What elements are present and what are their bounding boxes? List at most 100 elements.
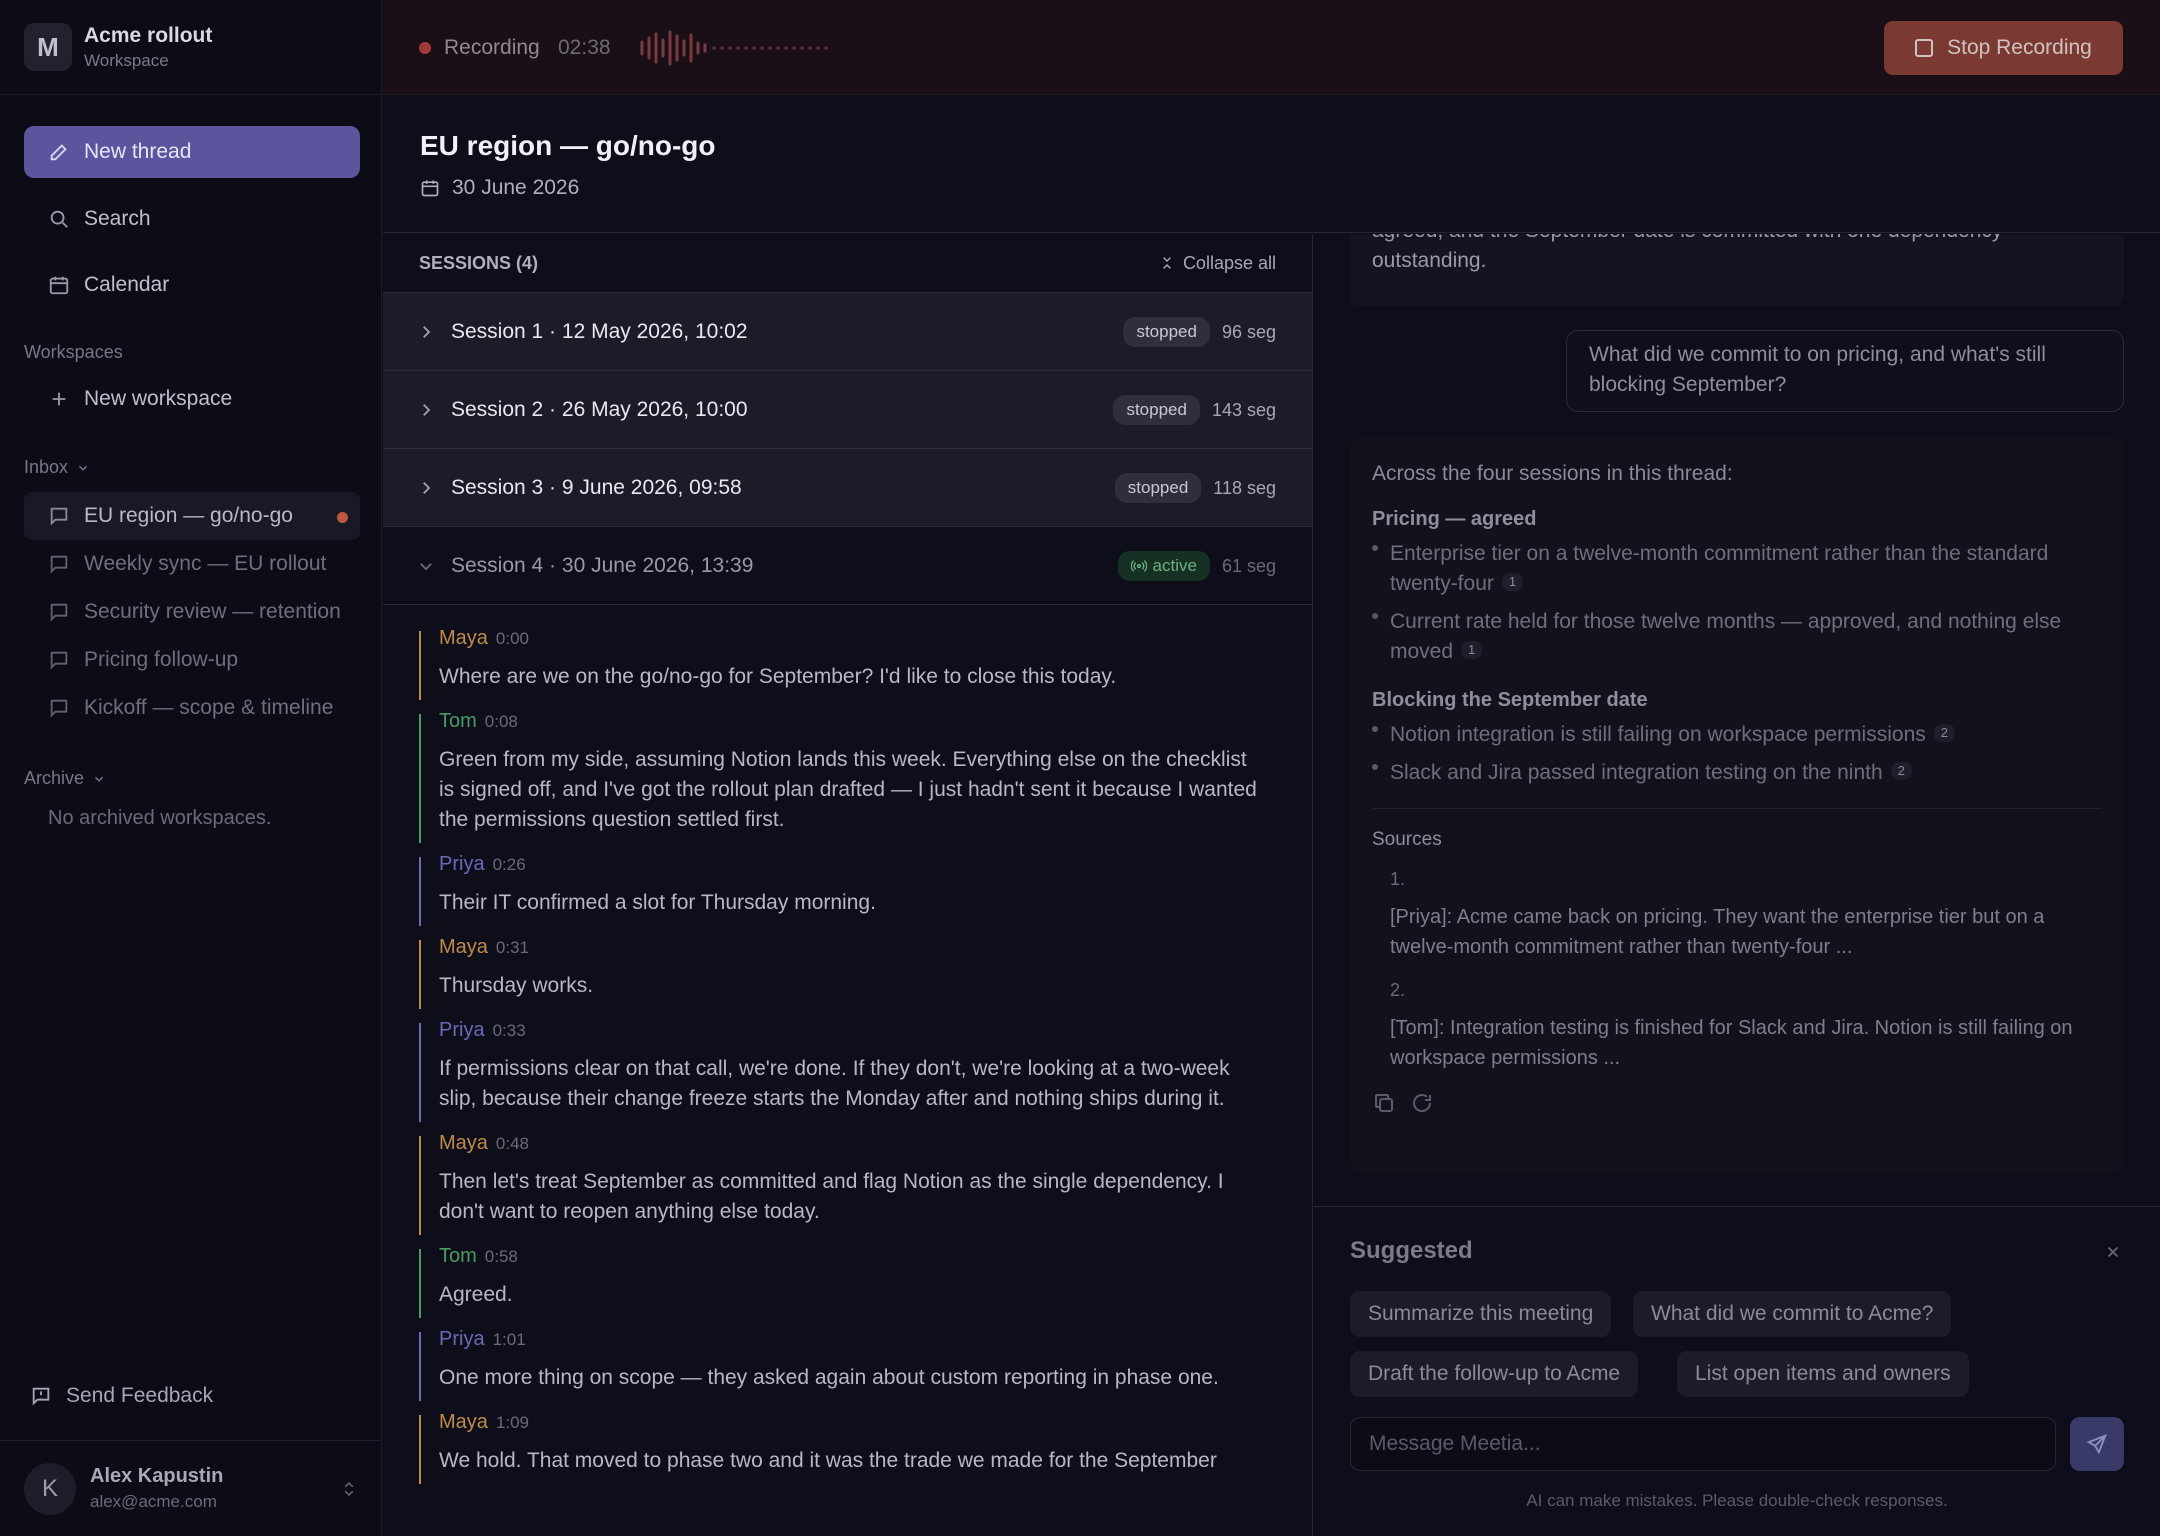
speaker-name: Tom bbox=[439, 1245, 477, 1267]
session-row-open[interactable]: Session 4 · 30 June 2026, 13:39 active 6… bbox=[383, 527, 1312, 605]
utterance-timestamp[interactable]: 0:08 bbox=[485, 712, 518, 732]
transcript-utterance: Maya 1:09 We hold. That moved to phase two… bbox=[419, 1411, 1312, 1484]
speaker-color-bar bbox=[419, 857, 421, 926]
citation-badge[interactable]: 1 bbox=[1461, 641, 1483, 659]
workspace-avatar: M bbox=[24, 23, 72, 71]
user-menu[interactable]: K Alex Kapustin alex@acme.com bbox=[0, 1440, 382, 1536]
recording-timer: 02:38 bbox=[558, 36, 611, 59]
transcript-utterance: Maya 0:31 Thursday works. bbox=[419, 936, 1312, 1009]
bullet-text: Enterprise tier on a twelve-month commit… bbox=[1390, 542, 2049, 595]
send-feedback-label: Send Feedback bbox=[66, 1384, 214, 1407]
thread-item-pricing-follow-up[interactable]: Pricing follow-up bbox=[24, 636, 360, 684]
answer-intro: Across the four sessions in this thread: bbox=[1372, 462, 1733, 485]
utterance-timestamp[interactable]: 0:31 bbox=[496, 938, 529, 958]
citation-badge[interactable]: 2 bbox=[1933, 724, 1955, 742]
collapse-all-label: Collapse all bbox=[1182, 252, 1276, 273]
citation-badge[interactable]: 2 bbox=[1890, 762, 1912, 780]
send-feedback-button[interactable]: Send Feedback bbox=[30, 1384, 213, 1408]
thread-item-security-review[interactable]: Security review — retention bbox=[24, 588, 360, 636]
workspace-subtitle: Workspace bbox=[84, 50, 169, 70]
status-badge: stopped bbox=[1114, 473, 1202, 503]
utterance-timestamp[interactable]: 0:00 bbox=[496, 629, 529, 649]
answer-bullet: Enterprise tier on a twelve-month commit… bbox=[1372, 539, 2102, 599]
speaker-color-bar bbox=[419, 1023, 421, 1122]
recording-indicator-dot bbox=[419, 42, 431, 54]
speaker-color-bar bbox=[419, 940, 421, 1009]
answer-heading: Pricing — agreed bbox=[1372, 508, 1537, 530]
message-input[interactable] bbox=[1350, 1417, 2056, 1471]
collapse-all-button[interactable]: Collapse all bbox=[1159, 253, 1276, 274]
suggestions-panel: Suggested Summarize this meeting What di… bbox=[1314, 1206, 2160, 1536]
inbox-section-toggle[interactable]: Inbox bbox=[24, 457, 90, 478]
search-icon bbox=[48, 208, 70, 230]
send-button[interactable] bbox=[2070, 1417, 2124, 1471]
thread-label: Kickoff — scope & timeline bbox=[84, 696, 334, 719]
source-text[interactable]: [Tom]: Integration testing is finished f… bbox=[1390, 1013, 2100, 1073]
inbox-label: Inbox bbox=[24, 457, 69, 477]
archive-section-toggle[interactable]: Archive bbox=[24, 768, 106, 789]
new-workspace-button[interactable]: New workspace bbox=[24, 374, 360, 424]
transcript-utterance: Maya 0:00 Where are we on the go/no-go for… bbox=[419, 627, 1312, 700]
thread-item-kickoff[interactable]: Kickoff — scope & timeline bbox=[24, 684, 360, 732]
user-message: What did we commit to on pricing, and wh… bbox=[1566, 330, 2124, 412]
suggestion-chip[interactable]: Summarize this meeting bbox=[1350, 1291, 1612, 1337]
transcript-utterance: Priya 1:01 One more thing on scope — they … bbox=[419, 1328, 1312, 1401]
copy-icon[interactable] bbox=[1372, 1091, 1396, 1115]
utterance-text: If permissions clear on that call, we're… bbox=[439, 1057, 1230, 1110]
session-label: Session 4 · 30 June 2026, 13:39 bbox=[451, 553, 754, 577]
thread-item-weekly-sync[interactable]: Weekly sync — EU rollout bbox=[24, 540, 360, 588]
recording-label: Recording bbox=[444, 36, 540, 59]
nav-calendar[interactable]: Calendar bbox=[24, 260, 360, 310]
speaker-name: Priya bbox=[439, 853, 485, 875]
new-thread-button[interactable]: New thread bbox=[24, 126, 360, 178]
citation-badge[interactable]: 1 bbox=[1501, 573, 1524, 591]
status-badge: stopped bbox=[1113, 395, 1200, 425]
speaker-name: Tom bbox=[439, 710, 477, 732]
suggestion-chip[interactable]: What did we commit to Acme? bbox=[1633, 1291, 1952, 1337]
regenerate-icon[interactable] bbox=[1410, 1091, 1434, 1115]
utterance-timestamp[interactable]: 0:48 bbox=[496, 1134, 529, 1154]
utterance-text: Their IT confirmed a slot for Thursday m… bbox=[439, 891, 876, 914]
calendar-icon bbox=[48, 274, 70, 296]
speaker-color-bar bbox=[419, 631, 421, 700]
session-row[interactable]: Session 1 · 12 May 2026, 10:02 stopped 9… bbox=[383, 293, 1312, 371]
chevron-down-icon bbox=[417, 557, 435, 575]
utterance-timestamp[interactable]: 1:01 bbox=[493, 1330, 526, 1350]
workspace-name: Acme rollout bbox=[84, 23, 213, 47]
utterance-timestamp[interactable]: 0:58 bbox=[485, 1247, 518, 1267]
chevron-right-icon bbox=[417, 401, 435, 419]
chat-bubble-icon bbox=[48, 505, 70, 527]
close-icon[interactable] bbox=[2104, 1243, 2122, 1261]
stop-recording-button[interactable]: Stop Recording bbox=[1884, 21, 2123, 75]
chat-bubble-icon bbox=[48, 553, 70, 575]
suggestion-chip[interactable]: Draft the follow-up to Acme bbox=[1350, 1351, 1639, 1397]
session-row[interactable]: Session 3 · 9 June 2026, 09:58 stopped 1… bbox=[383, 449, 1312, 527]
utterance-header: Maya 0:48 bbox=[439, 1132, 1312, 1155]
workspace-switcher[interactable]: M Acme rollout Workspace bbox=[0, 0, 381, 95]
transcript-utterance: Tom 0:58 Agreed. bbox=[419, 1245, 1312, 1318]
utterance-timestamp[interactable]: 0:33 bbox=[493, 1021, 526, 1041]
broadcast-icon bbox=[1130, 559, 1147, 573]
suggestion-chip[interactable]: List open items and owners bbox=[1677, 1351, 1969, 1397]
stop-recording-label: Stop Recording bbox=[1947, 36, 2092, 59]
utterance-timestamp[interactable]: 1:09 bbox=[496, 1413, 529, 1433]
utterance-header: Tom 0:58 bbox=[439, 1245, 1312, 1268]
calendar-icon bbox=[420, 178, 440, 198]
utterance-header: Maya 1:09 bbox=[439, 1411, 1312, 1434]
utterance-text: Then let's treat September as committed … bbox=[439, 1170, 1224, 1223]
speaker-color-bar bbox=[419, 1249, 421, 1318]
utterance-timestamp[interactable]: 0:26 bbox=[493, 855, 526, 875]
source-text[interactable]: [Priya]: Acme came back on pricing. They… bbox=[1390, 902, 2100, 962]
bullet-text: Slack and Jira passed integration testin… bbox=[1390, 761, 1883, 784]
thread-item-eu-region[interactable]: EU region — go/no-go bbox=[24, 492, 360, 540]
divider bbox=[1372, 808, 2102, 809]
sessions-title: SESSIONS (4) bbox=[419, 252, 539, 273]
session-row[interactable]: Session 2 · 26 May 2026, 10:00 stopped 1… bbox=[383, 371, 1312, 449]
nav-search[interactable]: Search bbox=[24, 194, 360, 244]
recording-bar: Recording 02:38 Stop Recording bbox=[383, 0, 2160, 95]
send-icon bbox=[2086, 1433, 2108, 1455]
assistant-chat: agreed, and the September date is commit… bbox=[1314, 234, 2160, 1206]
sessions-header: SESSIONS (4) Collapse all bbox=[383, 234, 1312, 293]
utterance-text: One more thing on scope — they asked aga… bbox=[439, 1366, 1219, 1389]
suggested-title: Suggested bbox=[1350, 1237, 1473, 1264]
